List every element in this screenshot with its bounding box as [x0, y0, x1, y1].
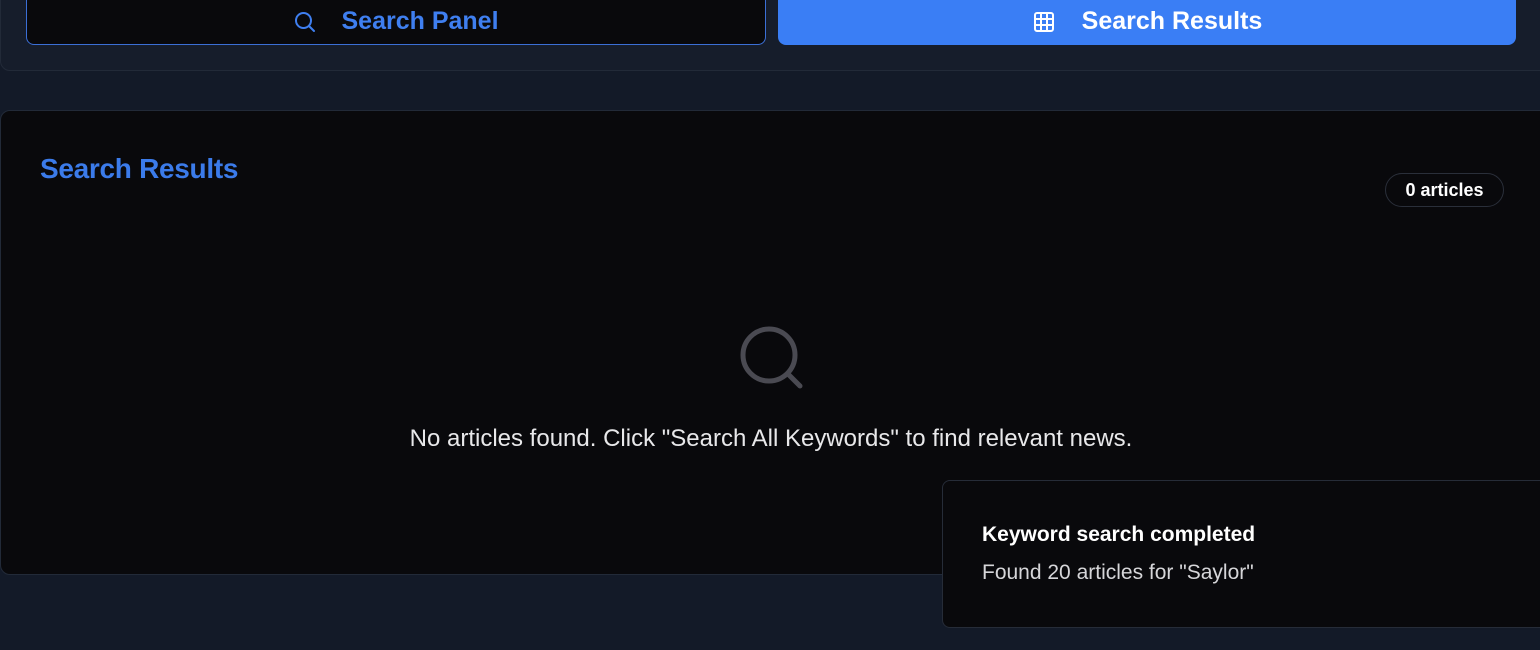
toast-title: Keyword search completed	[982, 523, 1256, 546]
article-count-badge: 0 articles	[1385, 173, 1504, 207]
search-icon	[738, 324, 806, 392]
toast-description: Found 20 articles for "Saylor"	[982, 561, 1254, 584]
tab-search-results[interactable]: Search Results	[778, 0, 1516, 45]
tab-search-panel-label: Search Panel	[341, 7, 499, 35]
grid-icon	[1032, 10, 1056, 34]
tab-search-panel[interactable]: Search Panel	[26, 0, 766, 45]
empty-state-message: No articles found. Click "Search All Key…	[409, 425, 1133, 452]
results-title: Search Results	[40, 153, 239, 184]
page: Search Panel Search Results Search Resul…	[0, 0, 1540, 650]
toast-notification[interactable]: Keyword search completed Found 20 articl…	[942, 480, 1540, 628]
tab-search-results-label: Search Results	[1081, 7, 1263, 35]
search-icon	[293, 10, 317, 34]
